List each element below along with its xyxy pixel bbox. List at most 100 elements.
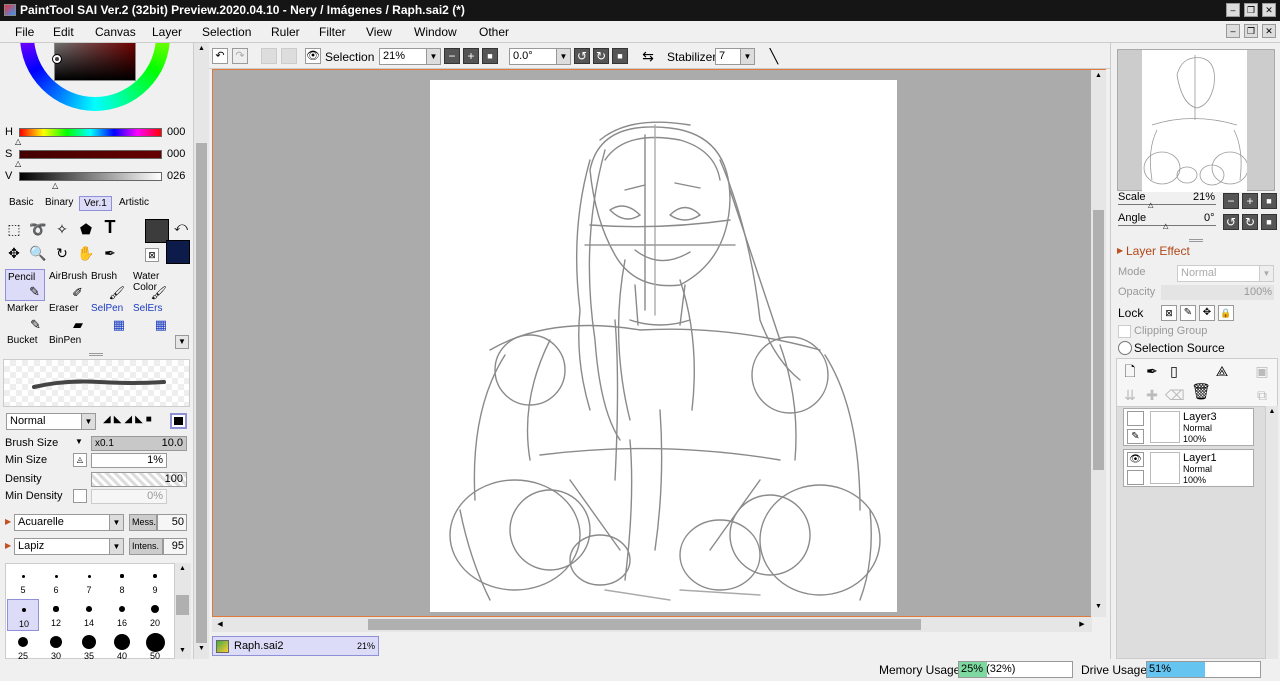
tool-airbrush[interactable]: AirBrush ✐ <box>47 269 87 301</box>
lock-all-icon[interactable]: 🔒 <box>1218 305 1234 321</box>
brush-size-preset[interactable]: 25 <box>7 632 39 659</box>
scale-slider-track[interactable] <box>1118 204 1216 205</box>
minimize-button[interactable]: – <box>1226 3 1240 17</box>
stabilizer-select[interactable]: 7 ▼ <box>715 48 755 65</box>
line-tool-icon[interactable]: ╲ <box>765 48 783 64</box>
scroll-down-icon[interactable]: ▼ <box>1092 603 1105 615</box>
scroll-up-icon[interactable]: ▲ <box>1266 408 1278 415</box>
brush-size-preset[interactable]: 6 <box>40 566 72 598</box>
brush-size-slider[interactable]: x0.1 10.0 <box>91 436 187 451</box>
layer-visibility-toggle[interactable] <box>1127 411 1144 426</box>
brush-size-preset[interactable]: 35 <box>73 632 105 659</box>
rotate-ccw-button[interactable]: ↺ <box>574 48 590 64</box>
zoom-in-button[interactable]: + <box>463 48 479 64</box>
tab-artistic[interactable]: Artistic <box>115 196 153 211</box>
menu-filter[interactable]: Filter <box>319 25 346 39</box>
menu-layer[interactable]: Layer <box>152 25 182 39</box>
menu-other[interactable]: Other <box>479 25 509 39</box>
menu-view[interactable]: View <box>366 25 392 39</box>
layer-item-layer3[interactable]: ✎ Layer3 Normal 100% <box>1123 408 1254 446</box>
new-pen-layer-icon[interactable]: ✒ <box>1143 363 1161 379</box>
color-square[interactable] <box>54 43 136 81</box>
new-folder-icon[interactable]: ▯ <box>1165 363 1183 379</box>
brush-size-preset[interactable]: 7 <box>73 566 105 598</box>
tool-brush[interactable]: Brush 🖌 <box>89 269 129 301</box>
tab-binary[interactable]: Binary <box>41 196 77 211</box>
texture1-select[interactable]: Acuarelle ▼ <box>14 514 124 531</box>
scroll-down-icon[interactable]: ▼ <box>176 647 189 659</box>
maximize-button[interactable]: ❐ <box>1244 3 1258 17</box>
hand-icon[interactable]: ✋ <box>77 245 95 261</box>
nav-zoom-out-button[interactable]: − <box>1223 193 1239 209</box>
menu-canvas[interactable]: Canvas <box>95 25 136 39</box>
rotate-reset-button[interactable]: ■ <box>612 48 628 64</box>
canvas-horizontal-scrollbar[interactable]: ◀ ▶ <box>212 617 1092 632</box>
tool-pencil[interactable]: Pencil ✎ <box>5 269 45 301</box>
text-tool-icon[interactable]: T <box>101 218 119 236</box>
expand-arrow-icon[interactable]: ▶ <box>5 517 11 526</box>
scroll-up-icon[interactable]: ▲ <box>176 565 189 577</box>
scroll-up-icon[interactable]: ▲ <box>1092 72 1105 84</box>
texture2-param-value[interactable]: 95 <box>163 538 187 555</box>
eye-icon[interactable]: 👁 <box>1127 452 1144 467</box>
blend-mode-select[interactable]: Normal ▼ <box>6 413 96 430</box>
scroll-left-icon[interactable]: ◀ <box>214 618 226 631</box>
scroll-thumb[interactable] <box>368 619 921 630</box>
brush-size-preset[interactable]: 10 <box>7 599 39 631</box>
size-dropdown-icon[interactable]: ▼ <box>75 437 83 446</box>
opacity-slider[interactable]: 100% <box>1161 285 1274 300</box>
layer-effect-label[interactable]: Layer Effect <box>1126 244 1190 258</box>
magic-wand-icon[interactable]: ✧ <box>53 221 71 237</box>
doc-minimize-button[interactable]: – <box>1226 24 1240 38</box>
tool-eraser[interactable]: Eraser ▰ <box>47 301 87 333</box>
brush-size-preset[interactable]: 12 <box>40 599 72 631</box>
layer-item-layer1[interactable]: 👁 Layer1 Normal 100% <box>1123 449 1254 487</box>
tab-ver1[interactable]: Ver.1 <box>79 196 112 211</box>
layer-pencil-icon[interactable]: ✎ <box>1127 429 1144 444</box>
zoom-reset-button[interactable]: ■ <box>482 48 498 64</box>
hue-slider-marker[interactable]: △ <box>15 137 21 146</box>
left-panel-scrollbar[interactable]: ▲ ▼ <box>193 43 209 659</box>
deselect-icon[interactable] <box>261 48 277 64</box>
expand-arrow-icon[interactable]: ▶ <box>1117 246 1123 255</box>
zoom-out-button[interactable]: − <box>444 48 460 64</box>
move-icon[interactable]: ✥ <box>5 245 23 261</box>
brush-shape-options[interactable]: ◢◣◢◣■ <box>103 414 155 425</box>
rotate-icon[interactable]: ↻ <box>53 245 71 261</box>
scroll-right-icon[interactable]: ▶ <box>1076 618 1088 631</box>
rotate-cw-button[interactable]: ↻ <box>593 48 609 64</box>
brush-size-preset[interactable]: 8 <box>106 566 138 598</box>
clipping-group-checkbox[interactable] <box>1118 325 1131 338</box>
layer-edit-toggle[interactable] <box>1127 470 1144 485</box>
canvas-viewport[interactable] <box>212 69 1106 617</box>
tool-marker[interactable]: Marker ✎ <box>5 301 45 333</box>
brush-size-preset[interactable]: 30 <box>40 632 72 659</box>
layer-mask-icon[interactable]: ▣ <box>1253 363 1271 379</box>
trash-icon[interactable]: 🗑 <box>1191 385 1211 401</box>
eyedropper-icon[interactable]: ✒ <box>101 245 119 261</box>
saturation-slider-marker[interactable]: △ <box>15 159 21 168</box>
doc-close-button[interactable]: ✕ <box>1262 24 1276 38</box>
brush-size-preset[interactable]: 16 <box>106 599 138 631</box>
eye-icon[interactable]: 👁 <box>305 48 321 64</box>
size-presets-scrollbar[interactable]: ▲ ▼ <box>175 563 191 659</box>
scroll-thumb[interactable] <box>196 143 207 643</box>
brush-size-preset[interactable]: 9 <box>139 566 171 598</box>
navigator-preview[interactable] <box>1117 49 1275 192</box>
scroll-thumb[interactable] <box>1093 210 1104 470</box>
angle-select[interactable]: 0.0° ▼ <box>509 48 571 65</box>
document-tab[interactable]: Raph.sai2 21% <box>212 636 379 656</box>
tab-basic[interactable]: Basic <box>5 196 37 211</box>
duplicate-icon[interactable]: ⧉ <box>1253 387 1271 403</box>
texture1-param-value[interactable]: 50 <box>157 514 187 531</box>
min-size-slider[interactable]: 1% <box>91 453 167 468</box>
nav-zoom-reset-button[interactable]: ■ <box>1261 193 1277 209</box>
brush-size-preset[interactable]: 14 <box>73 599 105 631</box>
scale-slider-marker[interactable]: △ <box>1148 201 1153 209</box>
splitter-handle[interactable] <box>1189 239 1203 242</box>
nav-rotate-cw-button[interactable]: ↻ <box>1242 214 1258 230</box>
add-icon[interactable]: ✚ <box>1143 387 1161 403</box>
color-picker-handle[interactable] <box>52 54 62 64</box>
nav-zoom-in-button[interactable]: + <box>1242 193 1258 209</box>
brush-shape-square-selected[interactable] <box>170 413 187 429</box>
